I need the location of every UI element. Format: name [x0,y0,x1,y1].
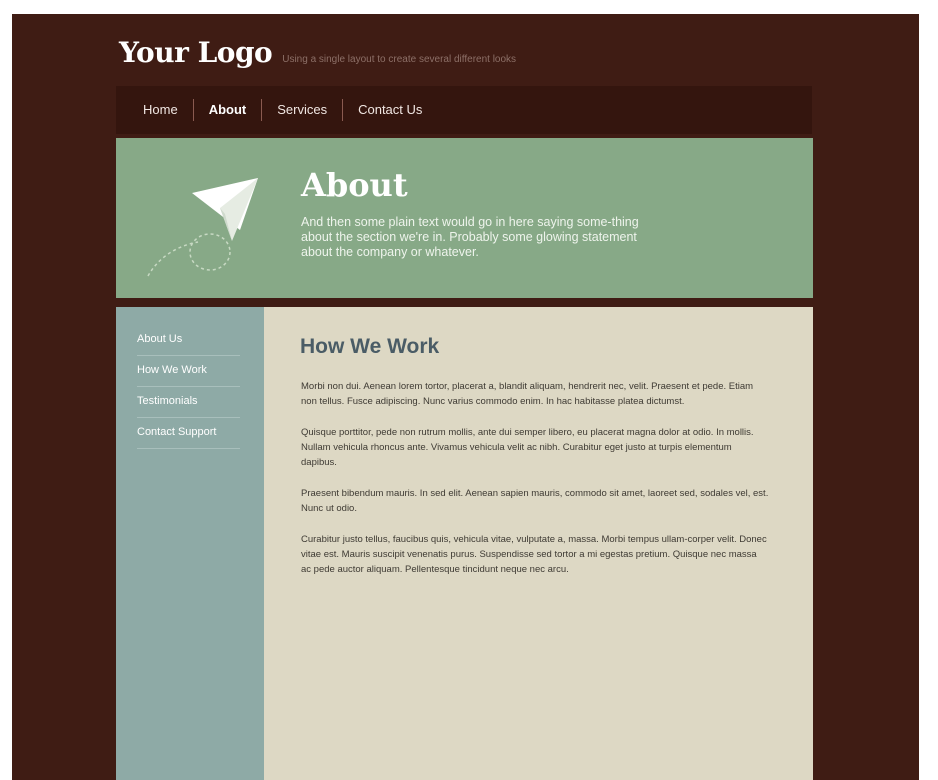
sidebar-item-contact-support[interactable]: Contact Support [137,418,240,449]
sidebar-item-about-us[interactable]: About Us [137,325,240,356]
sidebar: About Us How We Work Testimonials Contac… [116,307,264,780]
site-logo[interactable]: Your Logo [119,36,273,69]
paragraph: Praesent bibendum mauris. In sed elit. A… [301,488,769,514]
sidebar-item-how-we-work[interactable]: How We Work [137,356,240,387]
site-header: Your Logo Using a single layout to creat… [119,36,516,69]
paragraph: Curabitur justo tellus, faucibus quis, v… [301,534,767,575]
main-content: How We Work Morbi non dui. Aenean lorem … [264,307,813,780]
paper-plane-icon [147,178,258,277]
section-title: How We Work [300,335,440,358]
paragraph: Quisque porttitor, pede non rutrum molli… [301,427,754,468]
main-nav: Home About Services Contact Us [116,86,812,134]
nav-item-services[interactable]: Services [262,99,344,121]
nav-item-about[interactable]: About [194,99,263,121]
site-tagline: Using a single layout to create several … [282,54,517,65]
page-frame: Your Logo Using a single layout to creat… [12,14,919,780]
paragraph: Morbi non dui. Aenean lorem tortor, plac… [301,381,754,407]
sidebar-nav: About Us How We Work Testimonials Contac… [137,325,240,449]
sidebar-item-testimonials[interactable]: Testimonials [137,387,240,418]
body-text: Morbi non dui. Aenean lorem tortor, plac… [301,379,769,593]
hero-banner: About And then some plain text would go … [116,138,813,298]
hero-description: And then some plain text would go in her… [301,215,639,259]
nav-item-contact-us[interactable]: Contact Us [343,99,437,121]
hero-title: About [301,166,408,204]
nav-item-home[interactable]: Home [116,99,194,121]
